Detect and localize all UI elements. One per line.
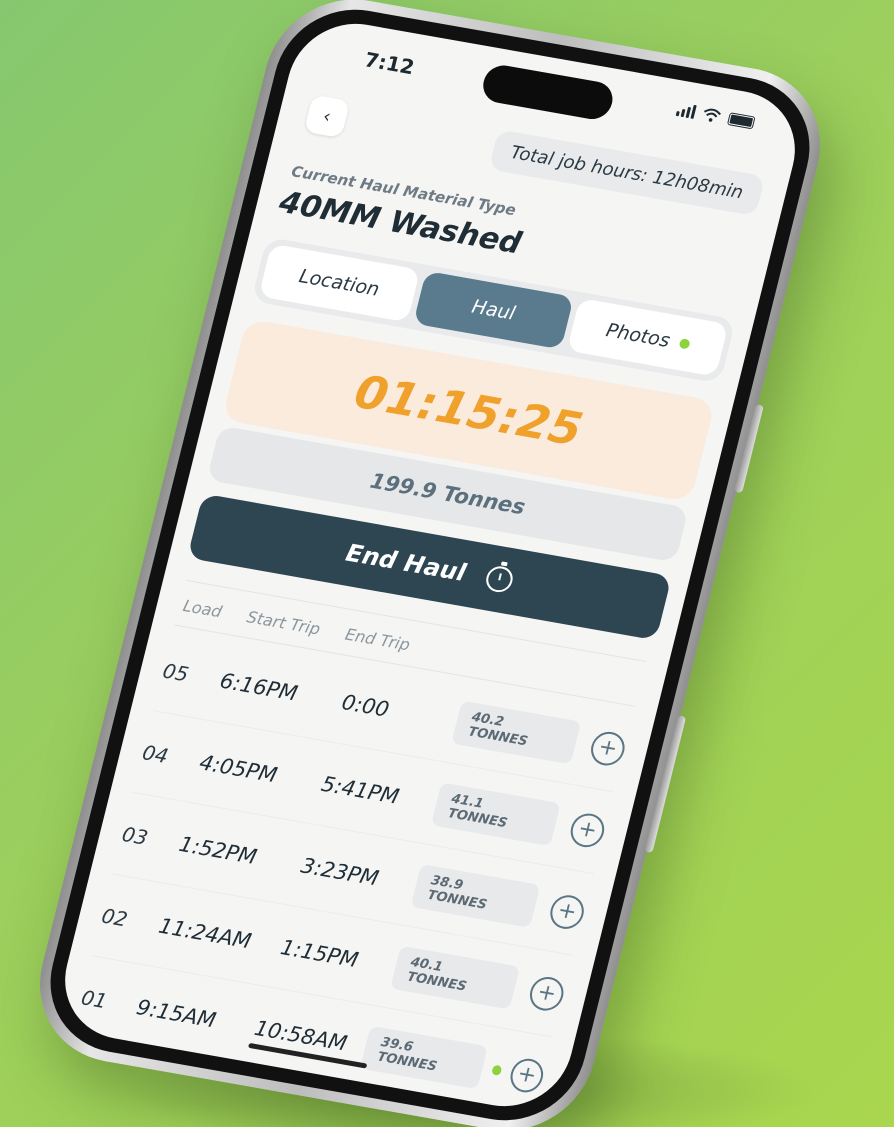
- phone-bezel: 7:12 ‹ Total job hours: 12h08min Current…: [34, 0, 826, 1127]
- start-trip: 6:16PM: [217, 668, 300, 706]
- start-trip: 11:24AM: [156, 913, 254, 954]
- tonnes-badge: 39.6 TONNES: [360, 1025, 488, 1090]
- start-trip: 4:05PM: [197, 750, 280, 788]
- add-icon[interactable]: +: [546, 892, 588, 932]
- total-hours-badge: Total job hours: 12h08min: [488, 129, 766, 217]
- stage: 7:12 ‹ Total job hours: 12h08min Current…: [0, 0, 894, 1127]
- end-trip: 1:15PM: [278, 935, 361, 973]
- tonnes-badge: 40.1 TONNES: [389, 945, 521, 1010]
- chevron-left-icon: ‹: [320, 105, 334, 128]
- dynamic-island: [479, 62, 617, 123]
- load-number: 02: [99, 903, 131, 932]
- tab-label: Location: [296, 265, 382, 301]
- load-number: 05: [160, 658, 192, 687]
- end-trip: 0:00: [339, 690, 392, 722]
- end-trip: 5:41PM: [318, 771, 402, 809]
- status-icons: [675, 102, 756, 129]
- load-number: 03: [119, 822, 151, 850]
- end-trip: 10:58AM: [252, 1015, 350, 1056]
- back-button[interactable]: ‹: [303, 94, 351, 139]
- add-icon[interactable]: +: [567, 810, 608, 850]
- tab-label: Haul: [469, 295, 518, 325]
- app-screen: 7:12 ‹ Total job hours: 12h08min Current…: [51, 13, 809, 1117]
- header-load: Load: [181, 596, 224, 622]
- end-trip: 3:23PM: [298, 853, 382, 891]
- header-start-trip: Start Trip: [244, 607, 323, 639]
- stopwatch-icon: [483, 564, 516, 595]
- start-trip: 9:15AM: [134, 995, 219, 1033]
- add-icon[interactable]: +: [526, 974, 568, 1014]
- add-icon[interactable]: +: [506, 1056, 547, 1095]
- tonnes-badge: 38.9 TONNES: [410, 863, 541, 928]
- tonnes-badge: 41.1 TONNES: [430, 782, 561, 847]
- tab-photos[interactable]: Photos: [567, 298, 729, 377]
- tab-location[interactable]: Location: [258, 243, 420, 323]
- end-haul-label: End Haul: [343, 538, 469, 587]
- phone-device: 7:12 ‹ Total job hours: 12h08min Current…: [22, 0, 838, 1127]
- tab-haul[interactable]: Haul: [412, 270, 575, 350]
- add-icon[interactable]: +: [587, 729, 629, 769]
- battery-icon: [726, 111, 756, 129]
- tonnes-badge: 40.2 TONNES: [451, 700, 582, 765]
- start-trip: 1:52PM: [176, 832, 260, 869]
- load-number: 04: [139, 740, 171, 769]
- photos-indicator-dot: [678, 338, 691, 350]
- load-number: 01: [78, 985, 110, 1014]
- header-end-trip: End Trip: [343, 624, 413, 655]
- status-time: 7:12: [362, 47, 417, 80]
- row-indicator-dot: [490, 1064, 503, 1076]
- signal-icon: [675, 102, 697, 119]
- wifi-icon: [703, 108, 722, 122]
- tab-label: Photos: [603, 319, 673, 352]
